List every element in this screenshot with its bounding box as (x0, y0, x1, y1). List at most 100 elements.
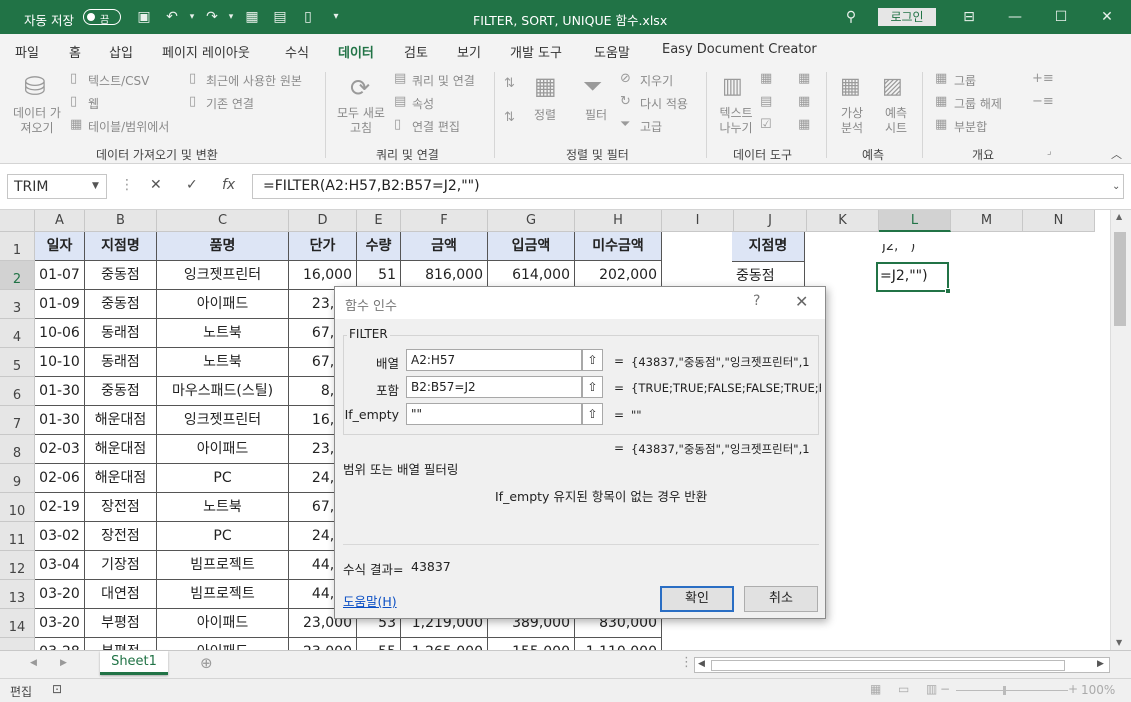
sort-asc-icon[interactable]: ⇅ (504, 76, 515, 91)
table-cell[interactable]: 02-06 (35, 464, 85, 493)
dialog-close-icon[interactable]: ✕ (795, 292, 808, 311)
data-model-icon[interactable]: ▦ (798, 117, 810, 132)
table-cell[interactable]: 03-20 (35, 580, 85, 609)
properties-button[interactable]: 속성 (412, 95, 434, 112)
column-header-j[interactable]: J (734, 210, 807, 232)
table-cell[interactable]: 빔프로젝트 (157, 580, 289, 609)
table-cell[interactable]: 중동점 (85, 377, 157, 406)
add-sheet-icon[interactable]: ⊕ (200, 654, 213, 672)
tab-splitter-icon[interactable]: ⋮ (680, 655, 693, 670)
table-cell[interactable]: 빔프로젝트 (157, 551, 289, 580)
column-header-d[interactable]: D (289, 210, 357, 232)
show-detail-icon[interactable]: +≡ (1032, 71, 1054, 86)
table-cell[interactable]: 10-10 (35, 348, 85, 377)
tab-view[interactable]: 보기 (457, 42, 481, 61)
normal-view-icon[interactable]: ▦ (870, 682, 881, 696)
table-cell[interactable]: 아이패드 (157, 290, 289, 319)
column-header-n[interactable]: N (1023, 210, 1095, 232)
column-header-i[interactable]: I (662, 210, 734, 232)
tab-help[interactable]: 도움말 (594, 42, 630, 61)
row-header-12[interactable]: 12 (0, 551, 35, 580)
page-break-view-icon[interactable]: ▥ (926, 682, 937, 696)
table-cell[interactable]: 03-20 (35, 609, 85, 638)
formula-input[interactable]: =FILTER(A2:H57,B2:B57=J2,"") (252, 174, 1124, 199)
reapply-button[interactable]: 다시 적용 (640, 95, 688, 112)
minimize-icon[interactable]: — (1006, 8, 1024, 26)
table-cell[interactable]: 노트북 (157, 493, 289, 522)
zoom-slider[interactable] (956, 690, 1068, 691)
table-cell[interactable]: 아이패드 (157, 638, 289, 650)
sort-desc-icon[interactable]: ⇅ (504, 110, 515, 125)
outline-launcher-icon[interactable]: ⌟ (1047, 146, 1052, 157)
function-help-link[interactable]: 도움말(H) (343, 591, 397, 610)
table-cell[interactable]: 잉크젯프린터 (157, 406, 289, 435)
new-file-icon[interactable]: ▯ (299, 8, 317, 26)
table-header-cell[interactable]: 지점명 (85, 232, 157, 261)
cancel-icon[interactable]: ✕ (150, 177, 162, 193)
table-cell[interactable]: 해운대점 (85, 435, 157, 464)
flash-fill-icon[interactable]: ▦ (760, 71, 772, 86)
table-header-cell[interactable]: 수량 (357, 232, 401, 261)
table-cell[interactable]: 마우스패드(스틸) (157, 377, 289, 406)
tab-review[interactable]: 검토 (404, 42, 428, 61)
tab-formulas[interactable]: 수식 (285, 42, 309, 61)
table-cell[interactable]: 155,000 (488, 638, 575, 650)
table-cell[interactable]: 중동점 (85, 261, 157, 290)
table-header-cell[interactable]: 단가 (289, 232, 357, 261)
insert-function-icon[interactable]: fx (222, 177, 235, 193)
column-header-h[interactable]: H (575, 210, 662, 232)
tab-insert[interactable]: 삽입 (109, 42, 133, 61)
row-header-11[interactable]: 11 (0, 522, 35, 551)
row-header-1[interactable]: 1 (0, 232, 35, 261)
table-cell[interactable]: 01-30 (35, 377, 85, 406)
table-cell[interactable]: 01-07 (35, 261, 85, 290)
arg-input[interactable]: B2:B57=J2 (406, 376, 582, 398)
vertical-scroll-thumb[interactable] (1114, 232, 1126, 326)
filter-button[interactable]: 필터 (585, 106, 607, 123)
table-cell[interactable]: 장전점 (85, 522, 157, 551)
subtotal-button[interactable]: 부분합 (954, 118, 987, 135)
table-cell[interactable]: 동래점 (85, 348, 157, 377)
criteria-header-cell[interactable]: 지점명 (732, 232, 805, 262)
scroll-up-icon[interactable]: ▲ (1116, 212, 1122, 221)
remove-duplicates-icon[interactable]: ▤ (760, 94, 772, 109)
table-cell[interactable]: 중동점 (85, 290, 157, 319)
enter-icon[interactable]: ✓ (186, 177, 198, 193)
table-cell[interactable]: 10-06 (35, 319, 85, 348)
scroll-down-icon[interactable]: ▼ (1116, 638, 1122, 647)
from-text-csv-button[interactable]: 텍스트/CSV (88, 72, 149, 89)
table-cell[interactable]: 02-19 (35, 493, 85, 522)
get-data-button[interactable]: 데이터 가져오기 (12, 106, 62, 136)
row-header-10[interactable]: 10 (0, 493, 35, 522)
table-cell[interactable]: 03-04 (35, 551, 85, 580)
refresh-all-button[interactable]: 모두 새로 고침 (333, 106, 389, 136)
redo-dropdown-icon[interactable]: ▾ (222, 8, 240, 26)
table-cell[interactable]: 03-28 (35, 638, 85, 650)
table-cell[interactable]: 1,110,000 (575, 638, 662, 650)
prev-sheet-icon[interactable]: ◀ (30, 658, 37, 668)
table-cell[interactable]: 03-02 (35, 522, 85, 551)
table-cell[interactable]: 부평점 (85, 638, 157, 650)
column-header-a[interactable]: A (35, 210, 85, 232)
column-header-c[interactable]: C (157, 210, 289, 232)
from-table-range-button[interactable]: 테이블/범위에서 (88, 118, 169, 135)
row-header-7[interactable]: 7 (0, 406, 35, 435)
save-icon[interactable]: ▣ (135, 8, 153, 26)
search-icon[interactable]: ⚲ (842, 8, 860, 26)
ribbon-display-icon[interactable]: ⊟ (960, 8, 978, 26)
row-header-8[interactable]: 8 (0, 435, 35, 464)
table-cell[interactable]: PC (157, 522, 289, 551)
relationships-icon[interactable]: ▦ (798, 94, 810, 109)
recent-sources-button[interactable]: 최근에 사용한 원본 (206, 72, 302, 89)
row-header-2[interactable]: 2 (0, 261, 35, 290)
table-header-cell[interactable]: 미수금액 (575, 232, 662, 261)
consolidate-icon[interactable]: ▦ (798, 71, 810, 86)
table-cell[interactable]: 23,000 (289, 638, 357, 650)
scroll-right-icon[interactable]: ▶ (1097, 659, 1104, 669)
table-cell[interactable]: 부평점 (85, 609, 157, 638)
arg-input[interactable]: "" (406, 403, 582, 425)
macro-record-icon[interactable]: ⊡ (52, 682, 62, 696)
cancel-button[interactable]: 취소 (744, 586, 818, 612)
login-button[interactable]: 로그인 (878, 8, 936, 26)
what-if-button[interactable]: 가상 분석 (836, 106, 868, 136)
